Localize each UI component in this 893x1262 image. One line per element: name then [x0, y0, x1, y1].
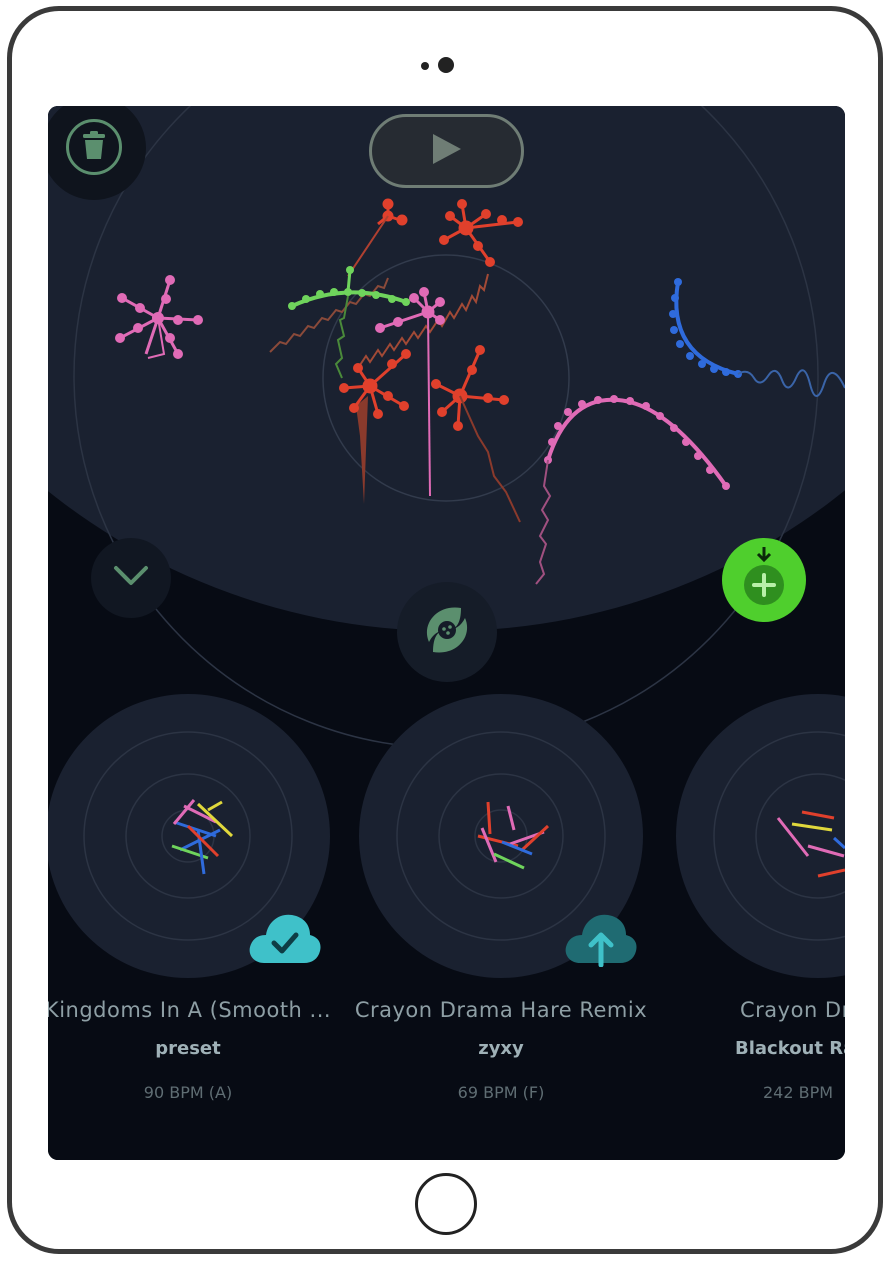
trash-icon [81, 130, 107, 164]
preset-author: preset [155, 1038, 221, 1059]
chevron-down-icon [113, 565, 149, 591]
preset-author: Blackout Ra [735, 1038, 845, 1059]
cloud-upload-button-1[interactable] [564, 907, 638, 971]
play-icon [431, 132, 463, 170]
trash-button[interactable] [66, 119, 122, 175]
collapse-button[interactable] [91, 538, 171, 618]
preset-title: Crayon Dr [740, 998, 845, 1022]
preset-title: Crayon Drama Hare Remix [354, 998, 648, 1022]
play-button[interactable] [369, 114, 524, 188]
app-logo-button[interactable] [397, 582, 497, 682]
cloud-check-icon [248, 914, 322, 971]
cloud-upload-icon [564, 914, 638, 971]
preset-bpm: 90 BPM (A) [143, 1083, 233, 1102]
preset-title: Kingdoms In A (Smooth ... [48, 998, 332, 1022]
preset-bpm: 69 BPM (F) [457, 1083, 545, 1102]
download-plus-icon [734, 545, 794, 615]
app-logo-icon [417, 600, 477, 664]
camera-dot [438, 57, 454, 73]
preset-author: zyxy [478, 1038, 524, 1059]
preset-bpm: 242 BPM [763, 1083, 834, 1102]
home-button[interactable] [415, 1173, 477, 1235]
add-download-button[interactable] [722, 538, 806, 622]
sensor-dot [421, 62, 429, 70]
cloud-sync-button-0[interactable] [248, 907, 322, 971]
app-screen: Kingdoms In A (Smooth ... preset 90 BPM … [48, 106, 845, 1160]
